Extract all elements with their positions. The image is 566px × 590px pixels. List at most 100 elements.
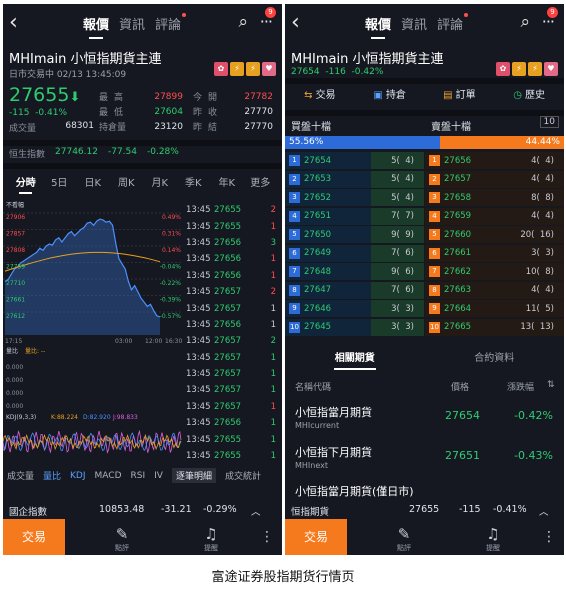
search-icon[interactable]: ⌕	[238, 12, 248, 32]
ask-level[interactable]: 7 27662 10( 8)	[425, 263, 564, 280]
more-vertical-icon[interactable]: ⋮	[260, 529, 274, 545]
tab-quote[interactable]: 報價	[83, 14, 109, 39]
stat-label: 今開	[193, 93, 224, 103]
index-change: -77.54	[107, 147, 137, 157]
bid-level[interactable]: 1 27654 5( 4)	[285, 152, 424, 169]
tab-related-futures[interactable]: 相關期貨	[285, 349, 425, 370]
tab-weekly[interactable]: 周K	[110, 174, 144, 189]
tab-volume-ratio[interactable]: 量比	[43, 469, 61, 482]
search-icon[interactable]: ⌕	[520, 12, 530, 32]
comment-button[interactable]: ✎ 點評	[107, 525, 137, 553]
ask-price: 27663	[444, 285, 472, 295]
bid-qty: 3(	[391, 303, 400, 314]
depth-selector[interactable]: 10	[539, 116, 559, 128]
tab-volume[interactable]: 成交量	[7, 469, 34, 482]
tab-tick-detail[interactable]: 逐筆明細	[171, 468, 216, 483]
tab-rsi[interactable]: RSI	[131, 471, 146, 481]
bid-qty: 3(	[391, 322, 400, 332]
tab-macd[interactable]: MACD	[95, 471, 122, 481]
notification-badge: 9	[547, 7, 558, 18]
ask-level[interactable]: 4 27659 4( 4)	[425, 207, 564, 225]
ask-level[interactable]: 2 27657 4( 4)	[425, 170, 564, 188]
divider	[3, 140, 282, 146]
heart-icon[interactable]: ♥	[262, 62, 276, 76]
trade-button[interactable]: 交易	[285, 519, 347, 555]
tab-quote[interactable]: 報價	[365, 14, 391, 39]
intraday-chart[interactable]: 27906 0.49% 27857 0.31% 27808 0.14% 27759 -0.04…	[3, 199, 183, 464]
flash-icon[interactable]: ⚡	[246, 62, 260, 76]
bid-level[interactable]: 2 27653 5( 4)	[285, 170, 424, 188]
chevron-up-icon[interactable]: ︿	[539, 504, 549, 518]
pct-label: -0.39%	[160, 297, 182, 304]
sort-icon[interactable]: ⇅	[547, 380, 555, 390]
heart-icon[interactable]: ♥	[544, 62, 558, 76]
ask-level[interactable]: 9 27664 11( 5)	[425, 300, 564, 317]
region-icon[interactable]: ✿	[214, 62, 228, 76]
action-history[interactable]: ◷ 歷史	[494, 84, 564, 108]
action-positions[interactable]: ▣ 持倉	[355, 84, 425, 108]
last-price: 27655⬇	[9, 84, 80, 106]
bottom-quote-bar[interactable]: 恒指期貨 27655 -115 -0.41% ︿	[291, 501, 561, 518]
alert-button[interactable]: ♫ 提醒	[196, 525, 226, 553]
comment-button[interactable]: ✎ 點評	[389, 525, 419, 553]
lightning-icon[interactable]: ⚡	[230, 62, 244, 76]
bid-level[interactable]: 9 27646 3( 3)	[285, 300, 424, 317]
tab-more[interactable]: 更多	[244, 174, 278, 189]
tab-iv[interactable]: IV	[154, 471, 163, 481]
hsi-index-row[interactable]: 恒生指數 27746.12 -77.54 -0.28%	[9, 147, 179, 160]
quick-icons: ✿ ⚡ ⚡ ♥	[214, 62, 276, 76]
tab-daily[interactable]: 日K	[76, 174, 110, 189]
col-price[interactable]: 價格	[451, 380, 469, 393]
tab-contract-info[interactable]: 合約資料	[425, 349, 565, 364]
action-trade[interactable]: ⇆ 交易	[285, 84, 355, 108]
tick-row: 13:45 27657 1	[186, 366, 280, 382]
bottom-index-bar[interactable]: 國企指數 10853.48 -31.21 -0.29% ︿	[9, 504, 279, 518]
ask-level[interactable]: 3 27658 8( 8)	[425, 189, 564, 206]
related-change: -0.43%	[514, 449, 553, 462]
bid-volume: 3( 3)	[362, 322, 414, 332]
flash-icon[interactable]: ⚡	[528, 62, 542, 76]
tab-comments[interactable]: 評論	[437, 13, 469, 33]
ask-level[interactable]: 10 27665 13( 13)	[425, 318, 564, 336]
tick-list[interactable]: 13:45 27655 2 13:45 27655 1 13:45 27656 3 13:45 27…	[186, 202, 280, 464]
trading-status: 日市交易中 02/13 13:45:09	[9, 70, 127, 80]
bid-level[interactable]: 7 27648 9( 6)	[285, 263, 424, 280]
tab-news[interactable]: 資訊	[401, 14, 427, 33]
trade-button[interactable]: 交易	[3, 519, 65, 555]
chevron-up-icon[interactable]: ︿	[251, 504, 261, 518]
ask-level[interactable]: 5 27660 20( 16)	[425, 226, 564, 243]
ask-orders: 13)	[539, 322, 554, 332]
ask-level[interactable]: 1 27656 4( 4)	[425, 152, 564, 169]
tab-5day[interactable]: 5日	[43, 174, 77, 189]
tab-news[interactable]: 資訊	[119, 14, 145, 33]
tab-quarterly[interactable]: 季K	[177, 174, 211, 189]
col-change[interactable]: 漲跌幅	[507, 380, 534, 393]
bid-level[interactable]: 5 27650 9( 9)	[285, 226, 424, 243]
y-label: 27661	[6, 297, 25, 304]
back-arrow-icon[interactable]: ‹	[9, 10, 18, 35]
tab-monthly[interactable]: 月K	[143, 174, 177, 189]
tick-time: 13:45	[186, 319, 211, 330]
bid-level[interactable]: 10 27645 3( 3)	[285, 318, 424, 336]
ask-level[interactable]: 6 27661 3( 3)	[425, 244, 564, 262]
bid-level[interactable]: 6 27649 7( 6)	[285, 244, 424, 262]
tab-kdj[interactable]: KDJ	[70, 471, 86, 481]
action-orders[interactable]: ▤ 訂單	[425, 84, 495, 108]
alert-button[interactable]: ♫ 提醒	[478, 525, 508, 553]
bid-level[interactable]: 3 27652 5( 4)	[285, 189, 424, 206]
tab-trade-stats[interactable]: 成交統計	[225, 469, 261, 482]
ask-level[interactable]: 8 27663 4( 4)	[425, 281, 564, 299]
region-icon[interactable]: ✿	[496, 62, 510, 76]
back-arrow-icon[interactable]: ‹	[291, 10, 300, 35]
lightning-icon[interactable]: ⚡	[512, 62, 526, 76]
bid-level[interactable]: 8 27647 7( 6)	[285, 281, 424, 299]
tick-qty: 2	[270, 205, 276, 216]
stat-label: 最低	[99, 108, 130, 118]
col-name: 名稱代碼	[295, 383, 332, 393]
tab-comments[interactable]: 評論	[155, 13, 187, 33]
bid-level[interactable]: 4 27651 7( 7)	[285, 207, 424, 225]
more-vertical-icon[interactable]: ⋮	[542, 529, 556, 545]
tab-yearly[interactable]: 年K	[210, 174, 244, 189]
bid-volume: 9( 9)	[362, 230, 414, 240]
tab-intraday[interactable]: 分時	[9, 174, 43, 194]
